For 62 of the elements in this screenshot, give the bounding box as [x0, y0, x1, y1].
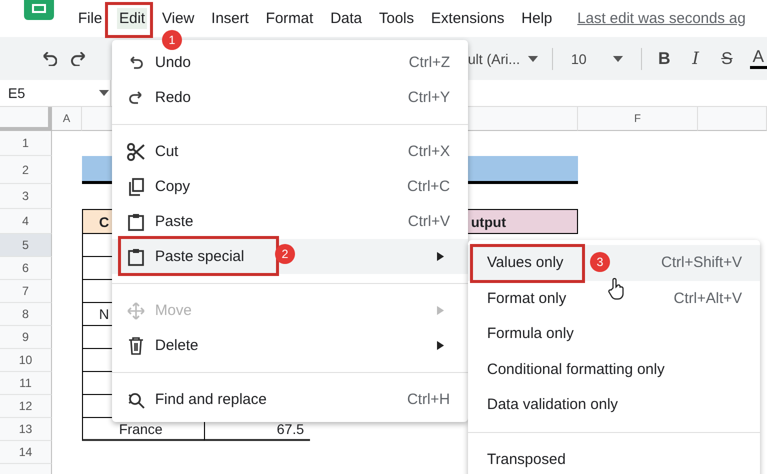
name-box[interactable]: E5	[0, 80, 111, 106]
menu-option[interactable]: Transposed	[468, 442, 760, 474]
highlight-frame	[105, 2, 153, 38]
menu-option[interactable]: Formula only	[468, 316, 760, 352]
menu-item[interactable]: View	[160, 8, 196, 29]
menu-item[interactable]: Tools	[377, 8, 416, 29]
row-header[interactable]: 14	[0, 441, 52, 464]
caret-icon	[99, 90, 110, 96]
column-header[interactable]: A	[52, 107, 82, 131]
submenu-arrow-icon	[437, 306, 444, 315]
row-header[interactable]: 6	[0, 257, 52, 280]
row-header[interactable]: 8	[0, 303, 52, 326]
font-dropdown[interactable]: ult (Ari...	[468, 50, 538, 66]
row-header[interactable]: 7	[0, 280, 52, 303]
menu-option[interactable]: Conditional formatting only	[468, 352, 760, 387]
menu-item[interactable]: Format	[264, 8, 316, 29]
move-icon	[126, 302, 146, 320]
submenu-arrow-icon	[437, 252, 444, 261]
caret-icon	[612, 56, 623, 62]
row-header[interactable]: 1	[0, 131, 52, 156]
text-color-button[interactable]: A	[750, 48, 767, 69]
row-header[interactable]: 2	[0, 156, 52, 184]
menu-item[interactable]: Data	[328, 8, 364, 29]
hand-cursor-icon	[608, 278, 624, 300]
menu-item[interactable]: Insert	[209, 8, 251, 29]
menu-item[interactable]: Edit	[117, 8, 148, 29]
row-header[interactable]: 5	[0, 234, 52, 257]
menu-item[interactable]: File	[76, 8, 104, 29]
submenu-arrow-icon	[437, 341, 444, 350]
row-header[interactable]: 12	[0, 395, 52, 418]
strikethrough-button[interactable]: S	[718, 48, 736, 68]
column-header[interactable]	[698, 107, 767, 131]
menu-option[interactable]: Redo Ctrl+Y	[112, 80, 468, 115]
menu-option[interactable]: Cut Ctrl+X	[112, 134, 468, 169]
undo-icon[interactable]	[40, 52, 58, 66]
caret-icon	[528, 56, 538, 62]
row-header[interactable]: 9	[0, 326, 52, 349]
copy-icon	[126, 178, 146, 196]
menu-option[interactable]: Format only Ctrl+Alt+V	[468, 280, 760, 316]
row-header[interactable]: 13	[0, 418, 52, 441]
bold-button[interactable]: B	[656, 48, 673, 68]
menu-option[interactable]: Delete	[112, 328, 468, 363]
italic-button[interactable]: I	[686, 48, 704, 68]
menu-option[interactable]: Data validation only	[468, 387, 760, 422]
row-header[interactable]: 11	[0, 372, 52, 395]
last-edit-link[interactable]: Last edit was seconds ag	[577, 10, 746, 27]
menu-option[interactable]: Copy Ctrl+C	[112, 169, 468, 204]
row-header[interactable]: 4	[0, 209, 52, 234]
sheets-logo-icon[interactable]	[24, 0, 54, 20]
row-header[interactable]: 10	[0, 349, 52, 372]
clipboard-icon	[126, 248, 146, 266]
clipboard-icon	[126, 212, 146, 230]
row-header[interactable]: 3	[0, 184, 52, 209]
font-size-dropdown[interactable]: 10	[566, 50, 627, 66]
trash-icon	[126, 336, 146, 354]
menu-item[interactable]: Help	[519, 8, 554, 29]
select-all-corner[interactable]	[0, 107, 52, 131]
find-replace-icon	[126, 390, 146, 408]
menu-item[interactable]: Extensions	[429, 8, 506, 29]
menu-option[interactable]: Find and replace Ctrl+H	[112, 382, 468, 417]
scissors-icon	[126, 142, 146, 160]
column-header[interactable]: F	[578, 107, 698, 131]
